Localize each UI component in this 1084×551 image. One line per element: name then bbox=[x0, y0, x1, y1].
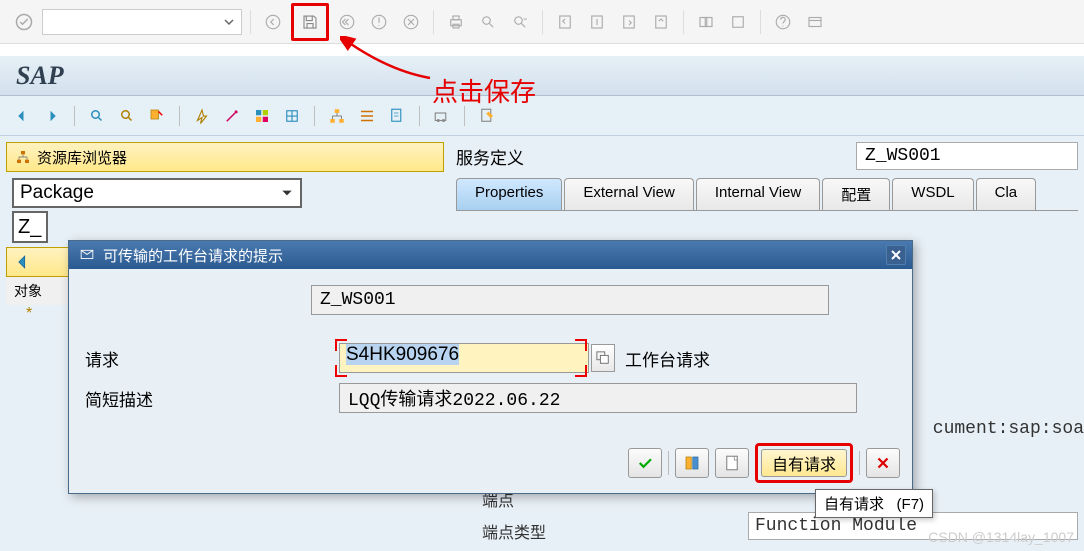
separator bbox=[433, 10, 434, 34]
layout-icon[interactable] bbox=[801, 8, 829, 36]
package-value: Z_ bbox=[18, 216, 41, 239]
request-value: S4HK909676 bbox=[346, 344, 459, 365]
separator bbox=[250, 10, 251, 34]
description-field: LQQ传输请求2022.06.22 bbox=[339, 383, 857, 413]
tab-bar: Properties External View Internal View 配… bbox=[456, 178, 1078, 211]
save-button[interactable] bbox=[296, 8, 324, 36]
repository-browser-title: 资源库浏览器 bbox=[37, 147, 127, 168]
system-toolbar bbox=[0, 0, 1084, 44]
last-page-icon[interactable] bbox=[647, 8, 675, 36]
separator bbox=[314, 106, 315, 126]
repository-browser-header: 资源库浏览器 bbox=[6, 142, 444, 172]
doc-icon[interactable] bbox=[385, 104, 409, 128]
app-toolbar bbox=[0, 96, 1084, 136]
back-nav-icon[interactable] bbox=[333, 8, 361, 36]
separator bbox=[683, 10, 684, 34]
service-def-value[interactable]: Z_WS001 bbox=[856, 142, 1078, 170]
sap-logo: SAP bbox=[16, 61, 64, 91]
first-page-icon[interactable] bbox=[551, 8, 579, 36]
package-input[interactable]: Z_ bbox=[12, 211, 48, 243]
separator bbox=[74, 106, 75, 126]
command-field[interactable] bbox=[42, 9, 242, 35]
tab-config[interactable]: 配置 bbox=[822, 178, 890, 210]
separator bbox=[179, 106, 180, 126]
chevron-down-icon bbox=[280, 186, 294, 200]
hierarchy-icon bbox=[15, 149, 31, 165]
nav-back-icon[interactable] bbox=[10, 104, 34, 128]
service-def-label: 服务定义 bbox=[456, 144, 536, 169]
description-label: 简短描述 bbox=[79, 386, 339, 411]
new-session-icon[interactable] bbox=[692, 8, 720, 36]
cancel-icon[interactable] bbox=[397, 8, 425, 36]
create-button[interactable] bbox=[715, 448, 749, 478]
app-header: SAP bbox=[0, 56, 1084, 96]
separator bbox=[760, 10, 761, 34]
new-request-button[interactable] bbox=[675, 448, 709, 478]
object-name-field: Z_WS001 bbox=[311, 285, 829, 315]
help-icon[interactable] bbox=[769, 8, 797, 36]
tab-external-view[interactable]: External View bbox=[564, 178, 693, 210]
list-icon[interactable] bbox=[355, 104, 379, 128]
back-icon[interactable] bbox=[259, 8, 287, 36]
save-annotation: 点击保存 bbox=[432, 72, 536, 109]
nav-forward-icon[interactable] bbox=[40, 104, 64, 128]
separator bbox=[668, 451, 669, 475]
namespace-text: cument:sap:soa bbox=[933, 419, 1084, 439]
where-used-icon[interactable] bbox=[250, 104, 274, 128]
endpoint-type-label: 端点类型 bbox=[482, 519, 546, 543]
package-label: Package bbox=[20, 182, 94, 204]
print-icon[interactable] bbox=[442, 8, 470, 36]
display-icon[interactable] bbox=[85, 104, 109, 128]
transport-request-dialog: 可传输的工作台请求的提示 Z_WS001 请求 S4HK909676 工作台请求… bbox=[68, 240, 913, 494]
cancel-button[interactable] bbox=[866, 448, 900, 478]
tab-properties[interactable]: Properties bbox=[456, 178, 562, 210]
own-request-button[interactable]: 自有请求 bbox=[761, 449, 847, 477]
find-next-icon[interactable] bbox=[506, 8, 534, 36]
own-request-label: 自有请求 bbox=[772, 451, 836, 475]
test-icon[interactable] bbox=[280, 104, 304, 128]
dialog-title: 可传输的工作台请求的提示 bbox=[103, 245, 283, 266]
separator bbox=[419, 106, 420, 126]
exit-icon[interactable] bbox=[365, 8, 393, 36]
tab-wsdl[interactable]: WSDL bbox=[892, 178, 973, 210]
watermark: CSDN @1314lay_1007 bbox=[928, 529, 1074, 545]
shortcut-icon[interactable] bbox=[724, 8, 752, 36]
hierarchy-icon[interactable] bbox=[325, 104, 349, 128]
wand-icon[interactable] bbox=[220, 104, 244, 128]
separator bbox=[542, 10, 543, 34]
next-page-icon[interactable] bbox=[615, 8, 643, 36]
arrow-left-icon[interactable] bbox=[13, 252, 33, 272]
request-label: 请求 bbox=[79, 346, 339, 371]
other-object-icon[interactable] bbox=[145, 104, 169, 128]
prev-page-icon[interactable] bbox=[583, 8, 611, 36]
dialog-close-button[interactable] bbox=[886, 245, 906, 265]
own-request-highlight: 自有请求 bbox=[755, 443, 853, 483]
f4-help-button[interactable] bbox=[591, 344, 615, 372]
check-icon[interactable] bbox=[115, 104, 139, 128]
tooltip-key: (F7) bbox=[897, 496, 925, 513]
package-select[interactable]: Package bbox=[12, 178, 302, 208]
ok-icon[interactable] bbox=[10, 8, 38, 36]
continue-button[interactable] bbox=[628, 448, 662, 478]
dialog-footer: 自有请求 bbox=[69, 433, 912, 493]
own-request-tooltip: 自有请求 (F7) bbox=[815, 489, 933, 518]
dialog-icon bbox=[79, 248, 95, 262]
request-input[interactable]: S4HK909676 bbox=[339, 343, 589, 373]
arrow-to-save bbox=[340, 36, 440, 86]
request-type-label: 工作台请求 bbox=[625, 346, 710, 371]
tab-cla[interactable]: Cla bbox=[976, 178, 1037, 210]
find-icon[interactable] bbox=[474, 8, 502, 36]
dialog-titlebar: 可传输的工作台请求的提示 bbox=[69, 241, 912, 269]
tab-internal-view[interactable]: Internal View bbox=[696, 178, 820, 210]
tooltip-text: 自有请求 bbox=[824, 496, 884, 513]
separator bbox=[859, 451, 860, 475]
activate-icon[interactable] bbox=[190, 104, 214, 128]
save-button-highlight bbox=[291, 3, 329, 41]
